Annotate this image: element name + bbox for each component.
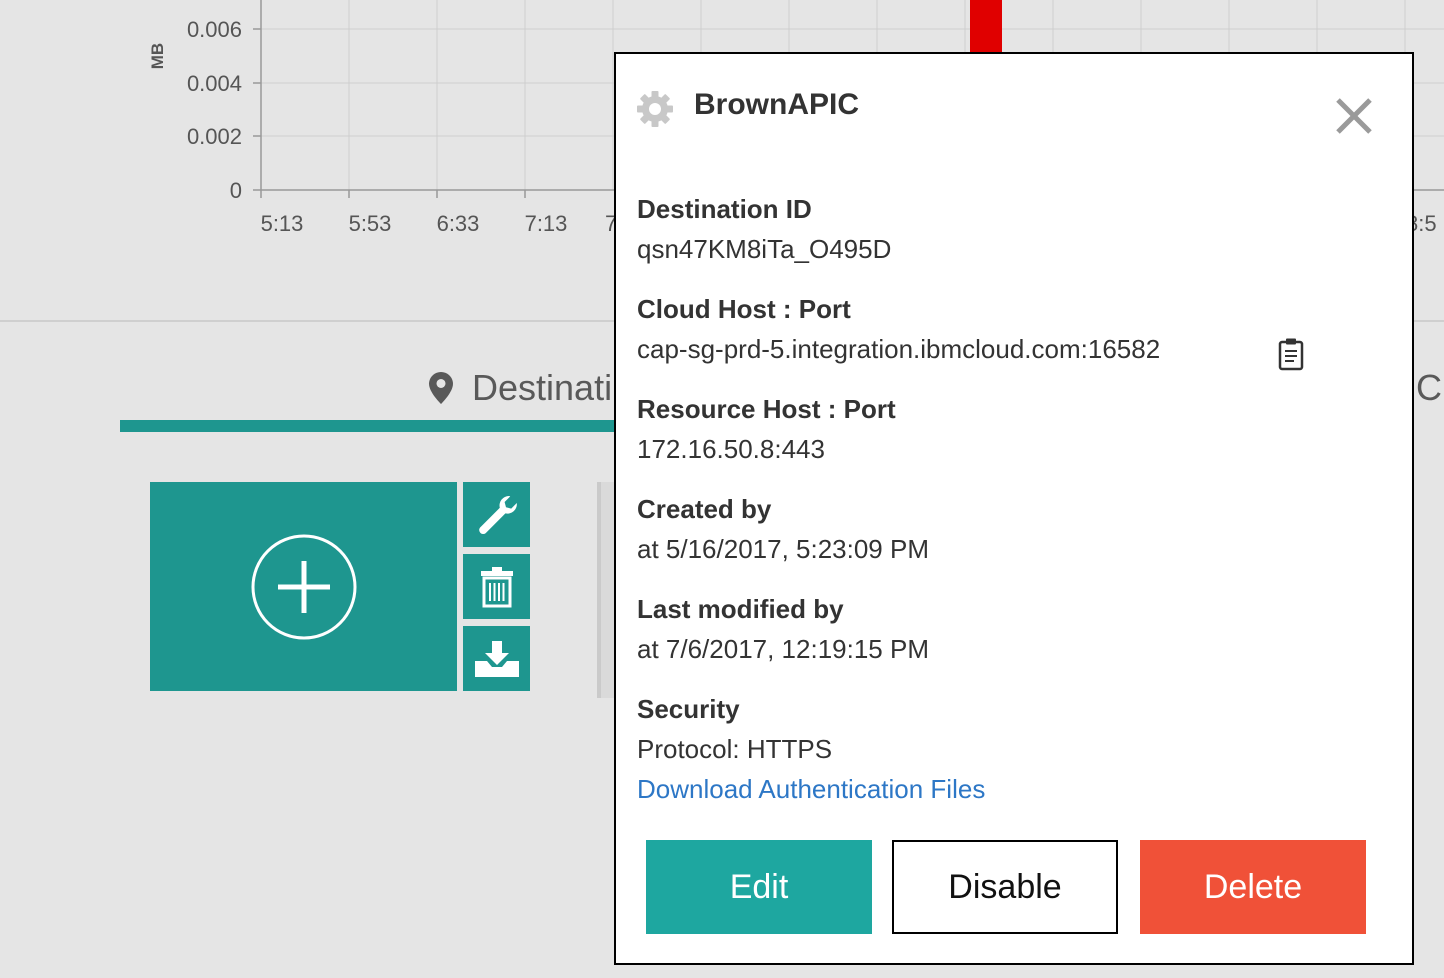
- cloud-host-value: cap-sg-prd-5.integration.ibmcloud.com:16…: [637, 334, 1161, 364]
- y-tick-label: 0: [230, 178, 242, 203]
- x-tick-label: 6:33: [437, 211, 480, 236]
- clipboard-icon[interactable]: [1278, 337, 1304, 371]
- created-at-value: at 5/16/2017, 5:23:09 PM: [637, 534, 929, 564]
- cloud-host-label: Cloud Host : Port: [637, 294, 851, 324]
- y-tick-label: 0.002: [187, 124, 242, 149]
- add-destination-button[interactable]: [150, 482, 457, 691]
- y-tick-label: 0.006: [187, 17, 242, 42]
- download-button[interactable]: [463, 626, 530, 691]
- download-auth-files-link[interactable]: Download Authentication Files: [637, 774, 985, 805]
- configure-button[interactable]: [463, 482, 530, 547]
- plus-circle-icon: [251, 534, 356, 639]
- resource-host-label: Resource Host : Port: [637, 394, 896, 424]
- resource-host-value: 172.16.50.8:443: [637, 434, 825, 464]
- gear-icon: [637, 91, 673, 127]
- created-by-label: Created by: [637, 494, 772, 524]
- delete-button[interactable]: Delete: [1140, 840, 1366, 934]
- edit-button[interactable]: Edit: [646, 840, 872, 934]
- destination-details-popup: BrownAPIC Destination ID qsn47KM8iTa_O49…: [614, 52, 1414, 965]
- wrench-icon: [478, 495, 517, 534]
- download-tray-icon: [474, 640, 519, 677]
- tab-partial-label[interactable]: C: [1416, 366, 1442, 410]
- x-tick-label: 5:53: [349, 211, 392, 236]
- protocol-value: Protocol: HTTPS: [637, 734, 833, 764]
- destination-id-label: Destination ID: [637, 194, 812, 224]
- delete-tile-button[interactable]: [463, 554, 530, 619]
- security-label: Security: [637, 694, 740, 724]
- x-tick-label: 5:13: [261, 211, 304, 236]
- close-icon[interactable]: [1334, 96, 1374, 136]
- destination-id-value: qsn47KM8iTa_O495D: [637, 234, 892, 264]
- active-tab-indicator: [120, 420, 620, 432]
- map-pin-icon: [428, 371, 454, 405]
- tab-destinations[interactable]: Destinati: [428, 366, 612, 410]
- chart-bar-marker: [970, 0, 1002, 54]
- disable-button[interactable]: Disable: [892, 840, 1118, 934]
- popup-title: BrownAPIC: [694, 88, 859, 121]
- x-tick-label: 7:13: [525, 211, 568, 236]
- tab-destinations-label: Destinati: [472, 367, 613, 408]
- y-tick-label: 0.004: [187, 71, 242, 96]
- y-axis-unit: MB: [148, 42, 167, 70]
- modified-at-value: at 7/6/2017, 12:19:15 PM: [637, 634, 929, 664]
- trash-icon: [480, 566, 513, 607]
- modified-by-label: Last modified by: [637, 594, 844, 624]
